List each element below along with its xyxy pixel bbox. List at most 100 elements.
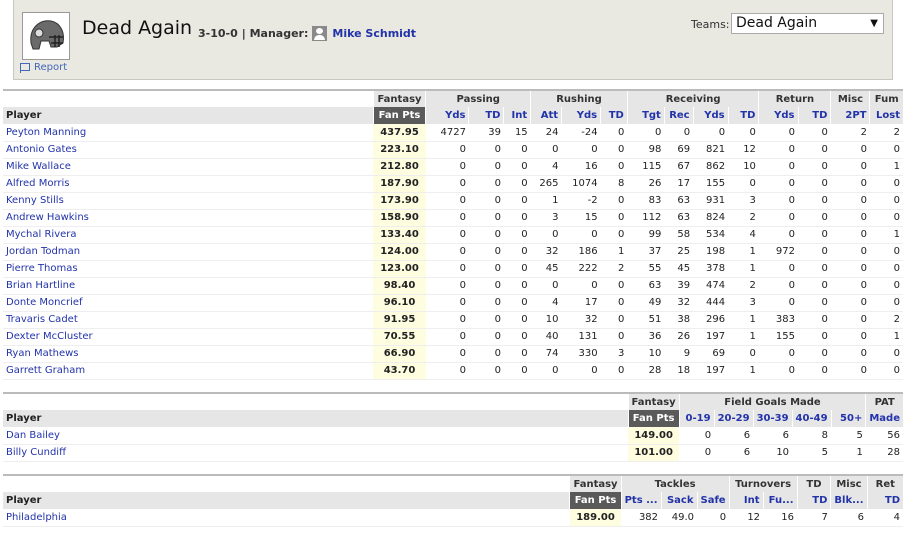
stat-cell: 0: [798, 192, 831, 210]
sort-safety[interactable]: Safe: [696, 492, 730, 509]
group-header-tackles: Tackles: [620, 475, 730, 492]
sort-fg-0-19[interactable]: 0-19: [678, 410, 715, 427]
sort-fum-lost[interactable]: Lost: [869, 107, 903, 124]
player-name-link[interactable]: Garrett Graham: [3, 362, 374, 380]
stat-cell: 0: [425, 328, 469, 346]
stat-cell: 0: [798, 328, 831, 346]
stat-cell: 1: [728, 311, 759, 329]
stat-cell: 0: [468, 311, 504, 329]
player-name-link[interactable]: Kenny Stills: [3, 192, 374, 210]
sort-fg-50-plus[interactable]: 50+: [830, 410, 866, 427]
stat-cell: 1: [728, 243, 759, 261]
manager-link[interactable]: Mike Schmidt: [332, 27, 416, 40]
group-header-ret: Ret: [866, 475, 903, 492]
player-name-link[interactable]: Alfred Morris: [3, 175, 374, 193]
sort-fg-40-49[interactable]: 40-49: [791, 410, 832, 427]
sort-rush-att[interactable]: Att: [530, 107, 562, 124]
sort-td[interactable]: TD: [796, 492, 831, 509]
sort-rush-td[interactable]: TD: [600, 107, 628, 124]
stat-cell: 0: [869, 141, 903, 159]
stat-cell: 186: [561, 243, 601, 261]
stat-cell: 0: [425, 311, 469, 329]
sort-fumble[interactable]: Fu...: [762, 492, 798, 509]
stat-cell: 0: [869, 209, 903, 227]
sort-pts-allowed[interactable]: Pts ...: [620, 492, 662, 509]
sort-fan-pts[interactable]: Fan Pts: [569, 492, 622, 509]
player-name-link[interactable]: Travaris Cadet: [3, 311, 374, 329]
player-name-link[interactable]: Brian Hartline: [3, 277, 374, 295]
stat-cell: 0: [503, 260, 531, 278]
player-column-header: Player: [3, 410, 629, 427]
fantasy-points-cell: 123.00: [373, 260, 426, 278]
player-name-link[interactable]: Dan Bailey: [3, 427, 629, 445]
sort-pass-yds[interactable]: Yds: [425, 107, 469, 124]
sort-rush-yds[interactable]: Yds: [561, 107, 601, 124]
sort-misc-2pt[interactable]: 2PT: [830, 107, 870, 124]
stat-cell: 0: [758, 260, 798, 278]
stat-cell: 0: [425, 209, 469, 227]
sort-rec-yds[interactable]: Yds: [692, 107, 729, 124]
teams-dropdown[interactable]: Dead Again ▼: [731, 13, 884, 34]
stat-cell: 4: [867, 509, 903, 527]
stat-cell: 69: [664, 141, 694, 159]
group-header-fum: Fum: [869, 90, 903, 107]
sort-blocked[interactable]: Blk...: [830, 492, 868, 509]
stat-cell: 63: [664, 209, 694, 227]
stat-cell: 0: [798, 243, 831, 261]
player-name-link[interactable]: Jordan Todman: [3, 243, 374, 261]
group-header-misc: Misc: [830, 90, 870, 107]
stat-cell: 1: [831, 444, 866, 462]
player-name-link[interactable]: Mychal Rivera: [3, 226, 374, 244]
stat-cell: 0: [830, 175, 870, 193]
sort-pass-int[interactable]: Int: [503, 107, 531, 124]
stat-cell: 0: [758, 209, 798, 227]
stat-cell: 6: [714, 444, 754, 462]
team-meta: 3-10-0 | Manager: Mike Schmidt: [198, 26, 416, 41]
player-name-link[interactable]: Antonio Gates: [3, 141, 374, 159]
group-header-fantasy: Fantasy: [569, 475, 622, 492]
player-name-link[interactable]: Billy Cundiff: [3, 444, 629, 462]
stat-cell: 55: [627, 260, 665, 278]
fantasy-points-cell: 149.00: [628, 427, 680, 445]
player-name-link[interactable]: Mike Wallace: [3, 158, 374, 176]
player-name-link[interactable]: Peyton Manning: [3, 124, 374, 142]
stat-cell: 25: [664, 243, 694, 261]
player-name-link[interactable]: Donte Moncrief: [3, 294, 374, 312]
stat-cell: 0: [468, 243, 504, 261]
sort-fg-30-39[interactable]: 30-39: [752, 410, 793, 427]
sort-sack[interactable]: Sack: [660, 492, 697, 509]
stat-cell: 534: [693, 226, 729, 244]
sort-ret-yds[interactable]: Yds: [758, 107, 798, 124]
player-name-link[interactable]: Dexter McCluster: [3, 328, 374, 346]
player-name-link[interactable]: Ryan Mathews: [3, 345, 374, 363]
stat-cell: 0: [758, 277, 798, 295]
stat-cell: 0: [503, 362, 531, 380]
sort-fg-20-29[interactable]: 20-29: [713, 410, 754, 427]
sort-rec-td[interactable]: TD: [727, 107, 759, 124]
stat-cell: 1: [869, 158, 903, 176]
stat-cell: 58: [664, 226, 694, 244]
sort-fan-pts[interactable]: Fan Pts: [372, 107, 426, 124]
player-name-link[interactable]: Pierre Thomas: [3, 260, 374, 278]
sort-int[interactable]: Int: [728, 492, 764, 509]
stat-cell: 0: [798, 209, 831, 227]
sort-rec-tgt[interactable]: Tgt: [626, 107, 665, 124]
sort-fan-pts[interactable]: Fan Pts: [627, 410, 680, 427]
manager-label: | Manager:: [241, 27, 309, 40]
stat-cell: 0: [664, 124, 694, 142]
stat-cell: 0: [425, 158, 469, 176]
report-link[interactable]: Report: [20, 62, 67, 73]
fantasy-points-cell: 173.90: [373, 192, 426, 210]
sort-pat-made[interactable]: Made: [865, 410, 903, 427]
stat-cell: 0: [798, 226, 831, 244]
sort-pass-td[interactable]: TD: [468, 107, 504, 124]
group-header-blank: [3, 90, 374, 107]
sort-ret-td[interactable]: TD: [866, 492, 903, 509]
sort-ret-td[interactable]: TD: [797, 107, 831, 124]
player-name-link[interactable]: Andrew Hawkins: [3, 209, 374, 227]
stat-cell: 0: [503, 243, 531, 261]
sort-rec-rec[interactable]: Rec: [663, 107, 694, 124]
fantasy-points-cell: 158.90: [373, 209, 426, 227]
stat-cell: 99: [627, 226, 665, 244]
player-name-link[interactable]: Philadelphia: [3, 509, 570, 527]
